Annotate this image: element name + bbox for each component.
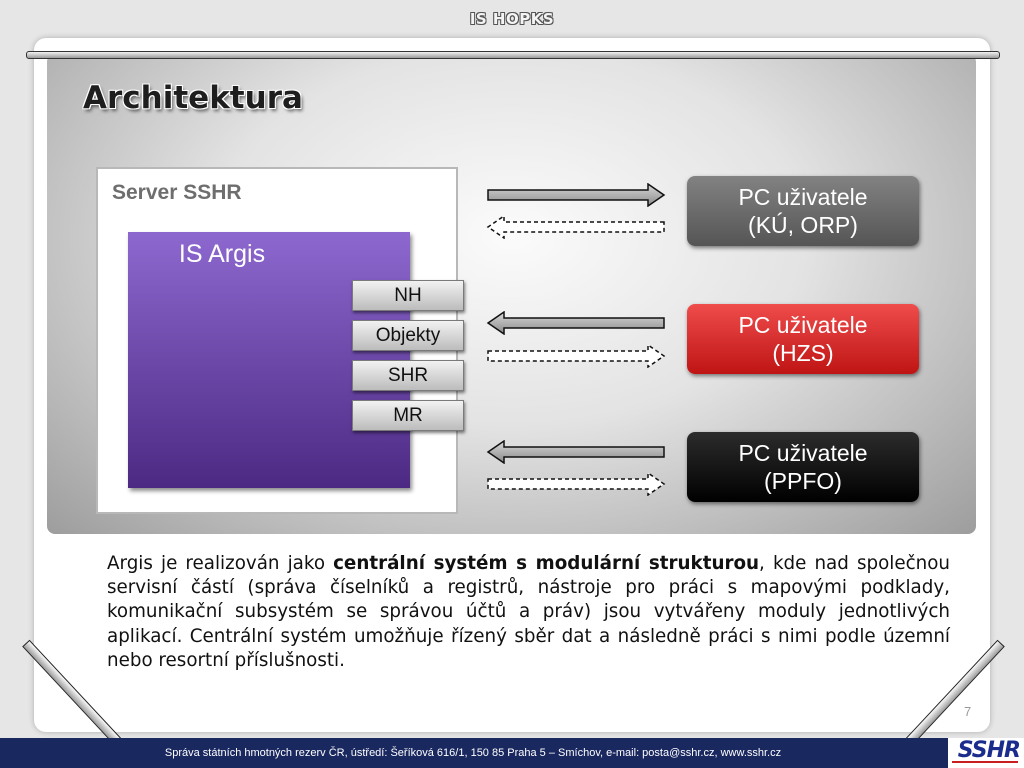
module-objekty: Objekty: [352, 320, 464, 351]
arrow-solid-left-icon: [486, 311, 665, 335]
logo-underline: [952, 761, 1018, 763]
pc-client-label: PC uživatele: [738, 440, 868, 466]
pc-client-ppfo: PC uživatele (PPFO): [687, 432, 919, 502]
sshr-logo-text: SSHR: [957, 738, 1021, 763]
arrow-solid-right-icon: [487, 183, 666, 207]
pc-client-label: PC uživatele: [738, 312, 868, 338]
description-paragraph: Argis je realizován jako centrální systé…: [107, 552, 950, 673]
pc-client-label: PC uživatele: [738, 184, 868, 210]
arrow-dashed-right-icon: [487, 344, 666, 368]
pc-client-sublabel: (HZS): [772, 340, 834, 366]
module-mr: MR: [352, 400, 464, 431]
server-box: Server SSHR IS Argis NH Objekty SHR MR: [96, 167, 464, 514]
description-text: Argis je realizován jako: [107, 553, 334, 574]
server-label: Server SSHR: [112, 181, 242, 204]
page-number: 7: [964, 704, 972, 719]
header-title: IS HOPKS: [469, 10, 555, 28]
arrow-dashed-right-icon: [487, 472, 666, 496]
is-argis-label: IS Argis: [178, 240, 266, 268]
pc-client-ku-orp: PC uživatele (KÚ, ORP): [687, 176, 919, 246]
pc-client-hzs: PC uživatele (HZS): [687, 304, 919, 374]
arrow-dashed-left-icon: [486, 215, 665, 239]
footer: Správa státních hmotných rezerv ČR, ústř…: [0, 738, 1024, 768]
is-argis-box: IS Argis NH Objekty SHR MR: [128, 232, 464, 488]
sshr-logo: SSHR: [948, 738, 1024, 768]
module-nh: NH: [352, 280, 464, 311]
arrow-solid-left-icon: [486, 440, 665, 464]
module-shr: SHR: [352, 360, 464, 391]
slide-title: Architektura: [83, 80, 303, 116]
pc-client-sublabel: (KÚ, ORP): [748, 212, 858, 238]
footer-text: Správa státních hmotných rezerv ČR, ústř…: [164, 747, 782, 759]
top-divider-bar: [26, 51, 1000, 59]
description-emphasis: centrální systém s modulární strukturou: [333, 553, 760, 574]
pc-client-sublabel: (PPFO): [764, 468, 842, 494]
